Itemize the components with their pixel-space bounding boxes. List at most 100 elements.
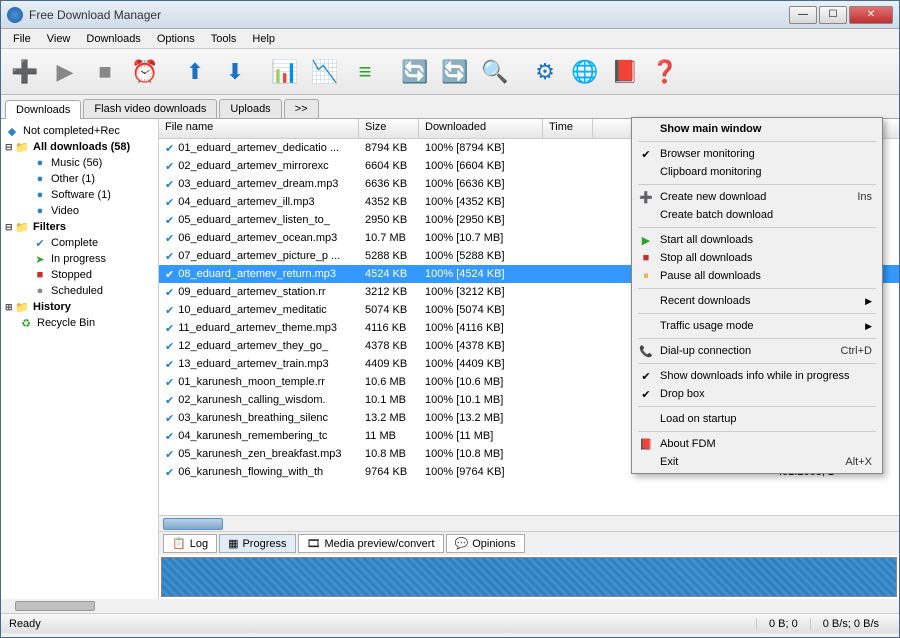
ctx-recent[interactable]: Recent downloads▶	[634, 292, 880, 310]
sidebar-complete[interactable]: ✔Complete	[5, 235, 154, 251]
tab-media[interactable]: 🎞Media preview/convert	[298, 534, 444, 553]
settings-button[interactable]: ⚙	[527, 54, 563, 90]
status-dl: 0 B; 0	[756, 618, 810, 630]
sidebar-software[interactable]: ●Software (1)	[5, 187, 154, 203]
maximize-button[interactable]: ☐	[819, 6, 847, 24]
sidebar-inprogress[interactable]: ➤In progress	[5, 251, 154, 267]
window-hscroll[interactable]	[1, 599, 899, 613]
add-download-button[interactable]: ➕	[7, 54, 43, 90]
ctx-pause-all[interactable]: ⏸Pause all downloads	[634, 267, 880, 285]
toolbar-btn-14[interactable]: 🌐	[567, 54, 603, 90]
move-up-button[interactable]: ⬆	[177, 54, 213, 90]
bottom-tabs: 📋Log ▦Progress 🎞Media preview/convert 💬O…	[159, 531, 899, 555]
complete-icon: ✔	[165, 196, 174, 209]
sidebar-stopped[interactable]: ■Stopped	[5, 267, 154, 283]
window-hscroll-thumb[interactable]	[15, 601, 95, 611]
menu-help[interactable]: Help	[244, 31, 283, 47]
sidebar-all-downloads[interactable]: ⊟📁All downloads (58)	[5, 139, 154, 155]
tab-log[interactable]: 📋Log	[163, 534, 217, 553]
plus-icon: ➕	[638, 191, 654, 204]
tab-progress[interactable]: ▦Progress	[219, 534, 295, 553]
toolbar-btn-7[interactable]: 📊	[267, 54, 303, 90]
menu-options[interactable]: Options	[149, 31, 203, 47]
sidebar-recycle[interactable]: ♻Recycle Bin	[5, 315, 154, 331]
move-down-button[interactable]: ⬇	[217, 54, 253, 90]
ctx-clipboard-monitoring[interactable]: Clipboard monitoring	[634, 163, 880, 181]
ctx-show-info[interactable]: ✔Show downloads info while in progress	[634, 367, 880, 385]
progress-grid	[161, 557, 897, 597]
complete-icon: ✔	[165, 322, 174, 335]
sidebar-video[interactable]: ●Video	[5, 203, 154, 219]
tray-context-menu: Show main window ✔Browser monitoring Cli…	[631, 117, 883, 474]
complete-icon: ✔	[165, 286, 174, 299]
sidebar: ◆Not completed+Rec ⊟📁All downloads (58) …	[1, 119, 159, 599]
stop-button[interactable]: ■	[87, 54, 123, 90]
menu-downloads[interactable]: Downloads	[78, 31, 148, 47]
phone-icon: 📞	[638, 345, 654, 358]
complete-icon: ✔	[165, 268, 174, 281]
menubar: File View Downloads Options Tools Help	[1, 29, 899, 49]
help-button[interactable]: ❓	[647, 54, 683, 90]
ctx-dropbox[interactable]: ✔Drop box	[634, 385, 880, 403]
sidebar-filters[interactable]: ⊟📁Filters	[5, 219, 154, 235]
ctx-browser-monitoring[interactable]: ✔Browser monitoring	[634, 145, 880, 163]
sidebar-scheduled[interactable]: ●Scheduled	[5, 283, 154, 299]
sidebar-other[interactable]: ●Other (1)	[5, 171, 154, 187]
toolbar-btn-12[interactable]: 🔍	[477, 54, 513, 90]
toolbar-btn-10[interactable]: 🔄	[397, 54, 433, 90]
toolbar-btn-11[interactable]: 🔄	[437, 54, 473, 90]
ctx-dialup[interactable]: 📞Dial-up connectionCtrl+D	[634, 342, 880, 360]
status-bar: Ready 0 B; 0 0 B/s; 0 B/s	[1, 613, 899, 633]
col-downloaded[interactable]: Downloaded	[419, 119, 543, 138]
col-time[interactable]: Time	[543, 119, 593, 138]
ctx-exit[interactable]: ExitAlt+X	[634, 453, 880, 471]
col-size[interactable]: Size	[359, 119, 419, 138]
app-icon	[7, 7, 23, 23]
toolbar-btn-9[interactable]: ≡	[347, 54, 383, 90]
toolbar-btn-8[interactable]: 📉	[307, 54, 343, 90]
status-speed: 0 B/s; 0 B/s	[810, 618, 891, 630]
chevron-right-icon: ▶	[865, 321, 872, 332]
ctx-start-all[interactable]: ▶Start all downloads	[634, 231, 880, 249]
ctx-create-batch[interactable]: Create batch download	[634, 206, 880, 224]
minimize-button[interactable]: —	[789, 6, 817, 24]
complete-icon: ✔	[165, 376, 174, 389]
media-icon: 🎞	[307, 537, 321, 550]
ctx-load-startup[interactable]: Load on startup	[634, 410, 880, 428]
ctx-stop-all[interactable]: ■Stop all downloads	[634, 249, 880, 267]
complete-icon: ✔	[165, 394, 174, 407]
col-filename[interactable]: File name	[159, 119, 359, 138]
complete-icon: ✔	[165, 178, 174, 191]
complete-icon: ✔	[165, 250, 174, 263]
ctx-show-main[interactable]: Show main window	[634, 120, 880, 138]
menu-tools[interactable]: Tools	[203, 31, 245, 47]
app-window: Free Download Manager — ☐ ✕ File View Do…	[0, 0, 900, 638]
ctx-about[interactable]: 📕About FDM	[634, 435, 880, 453]
complete-icon: ✔	[165, 160, 174, 173]
sidebar-music[interactable]: ●Music (56)	[5, 155, 154, 171]
schedule-button[interactable]: ⏰	[127, 54, 163, 90]
menu-file[interactable]: File	[5, 31, 39, 47]
menu-view[interactable]: View	[39, 31, 79, 47]
tab-uploads[interactable]: Uploads	[219, 99, 281, 118]
toolbar-btn-15[interactable]: 📕	[607, 54, 643, 90]
log-icon: 📋	[172, 537, 186, 550]
complete-icon: ✔	[165, 232, 174, 245]
ctx-traffic[interactable]: Traffic usage mode▶	[634, 317, 880, 335]
start-button[interactable]: ▶	[47, 54, 83, 90]
check-icon: ✔	[638, 370, 654, 383]
tab-opinions[interactable]: 💬Opinions	[446, 534, 525, 553]
complete-icon: ✔	[165, 466, 174, 479]
tab-more[interactable]: >>	[284, 99, 319, 118]
hscroll-thumb[interactable]	[163, 518, 223, 530]
window-title: Free Download Manager	[29, 8, 789, 22]
tab-downloads[interactable]: Downloads	[5, 100, 81, 119]
close-button[interactable]: ✕	[849, 6, 893, 24]
tab-flash[interactable]: Flash video downloads	[83, 99, 217, 118]
ctx-create-new[interactable]: ➕Create new downloadIns	[634, 188, 880, 206]
sidebar-notcompleted[interactable]: ◆Not completed+Rec	[5, 123, 154, 139]
list-hscroll[interactable]	[159, 515, 899, 531]
main-tabs: Downloads Flash video downloads Uploads …	[1, 95, 899, 119]
stop-icon: ■	[638, 252, 654, 264]
sidebar-history[interactable]: ⊞📁History	[5, 299, 154, 315]
